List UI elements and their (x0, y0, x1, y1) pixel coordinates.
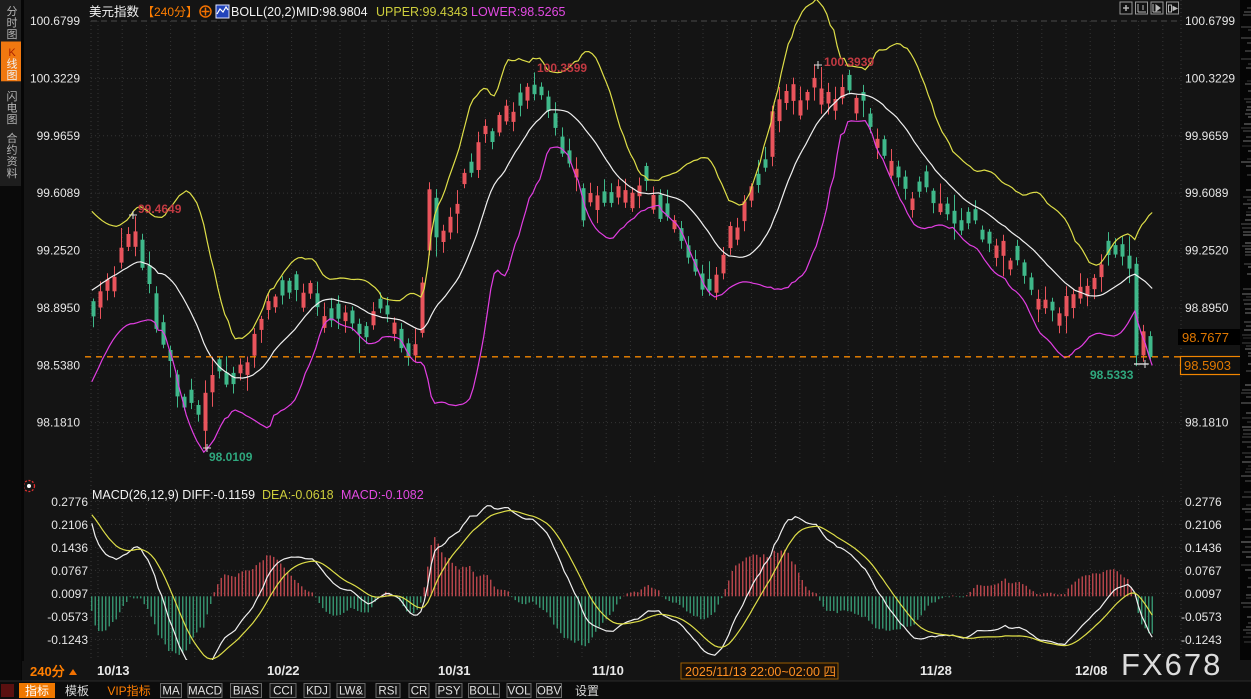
svg-text:BOLL: BOLL (469, 686, 499, 698)
svg-text:分: 分 (7, 5, 18, 18)
svg-text:OBV: OBV (537, 686, 562, 698)
svg-text:100.3599: 100.3599 (537, 61, 587, 75)
svg-text:99.6089: 99.6089 (37, 186, 81, 200)
svg-text:100.3229: 100.3229 (1185, 71, 1235, 85)
svg-text:100.6799: 100.6799 (1185, 14, 1235, 28)
svg-text:98.5333: 98.5333 (1090, 368, 1134, 382)
svg-text:0.2106: 0.2106 (1185, 518, 1222, 532)
svg-text:电: 电 (7, 102, 18, 115)
svg-text:98.0109: 98.0109 (209, 450, 253, 464)
svg-text:RSI: RSI (378, 686, 397, 698)
svg-text:0.2776: 0.2776 (1185, 495, 1222, 509)
svg-text:图: 图 (7, 113, 18, 126)
svg-text:K: K (8, 47, 16, 59)
svg-text:美元指数: 美元指数 (89, 4, 140, 19)
svg-text:0.2776: 0.2776 (51, 495, 88, 509)
svg-text:12/08: 12/08 (1075, 663, 1108, 678)
svg-text:FX678: FX678 (1121, 647, 1222, 682)
svg-text:CR: CR (411, 686, 428, 698)
svg-text:240分: 240分 (30, 664, 65, 679)
svg-text:时: 时 (7, 17, 18, 30)
svg-text:DEA:-0.0618: DEA:-0.0618 (262, 488, 334, 502)
svg-text:98.1810: 98.1810 (1185, 416, 1229, 430)
svg-text:10/31: 10/31 (438, 663, 471, 678)
svg-text:10/22: 10/22 (267, 663, 300, 678)
svg-text:指标: 指标 (25, 683, 49, 698)
svg-text:-0.0573: -0.0573 (1181, 610, 1222, 624)
svg-text:LW&: LW& (339, 686, 363, 698)
svg-text:0.2106: 0.2106 (51, 518, 88, 532)
svg-text:0.1436: 0.1436 (1185, 541, 1222, 555)
svg-text:99.9659: 99.9659 (1185, 129, 1229, 143)
svg-text:KDJ: KDJ (306, 686, 328, 698)
svg-text:VOL: VOL (507, 686, 531, 698)
svg-text:MACD: MACD (188, 686, 222, 698)
svg-text:合: 合 (7, 131, 18, 145)
svg-text:0.0767: 0.0767 (51, 564, 88, 578)
svg-text:99.9659: 99.9659 (37, 129, 81, 143)
svg-text:MA: MA (162, 686, 180, 698)
svg-text:0.1436: 0.1436 (51, 541, 88, 555)
svg-text:10/13: 10/13 (97, 663, 130, 678)
svg-text:98.8950: 98.8950 (1185, 301, 1229, 315)
svg-text:约: 约 (7, 144, 18, 157)
svg-text:100.3939: 100.3939 (824, 55, 874, 69)
svg-text:11/10: 11/10 (592, 663, 624, 678)
svg-text:资: 资 (7, 155, 18, 168)
svg-text:-0.0573: -0.0573 (47, 610, 88, 624)
svg-text:BOLL(20,2): BOLL(20,2) (231, 5, 296, 19)
svg-text:VIP指标: VIP指标 (107, 683, 150, 698)
svg-text:UPPER:99.4343: UPPER:99.4343 (376, 5, 468, 19)
svg-text:99.4649: 99.4649 (138, 202, 182, 216)
svg-text:100.6799: 100.6799 (30, 14, 80, 28)
svg-text:【240分】: 【240分】 (142, 5, 198, 19)
svg-text:11/28: 11/28 (920, 663, 952, 678)
svg-text:设置: 设置 (575, 684, 599, 698)
svg-text:MID:98.9804: MID:98.9804 (296, 5, 368, 19)
svg-text:99.2520: 99.2520 (37, 244, 81, 258)
svg-text:0.0097: 0.0097 (51, 587, 88, 601)
svg-text:99.6089: 99.6089 (1185, 186, 1229, 200)
svg-text:99.2520: 99.2520 (1185, 244, 1229, 258)
svg-text:图: 图 (7, 69, 18, 82)
svg-text:闪: 闪 (7, 89, 18, 103)
svg-text:98.7677: 98.7677 (1182, 330, 1229, 345)
svg-text:0.0097: 0.0097 (1185, 587, 1222, 601)
svg-text:98.8950: 98.8950 (37, 301, 81, 315)
svg-text:0.0767: 0.0767 (1185, 564, 1222, 578)
svg-text:MACD:-0.1082: MACD:-0.1082 (341, 488, 424, 502)
svg-text:98.5903: 98.5903 (1184, 358, 1231, 373)
svg-text:图: 图 (7, 28, 18, 41)
svg-text:线: 线 (7, 57, 18, 71)
svg-text:LOWER:98.5265: LOWER:98.5265 (471, 5, 566, 19)
svg-text:MACD(26,12,9) DIFF:-0.1159: MACD(26,12,9) DIFF:-0.1159 (92, 488, 255, 502)
svg-text:98.1810: 98.1810 (37, 416, 81, 430)
svg-text:料: 料 (7, 166, 18, 180)
svg-text:模板: 模板 (65, 684, 89, 698)
svg-text:PSY: PSY (437, 686, 460, 698)
svg-text:CCI: CCI (273, 686, 293, 698)
svg-text:100.3229: 100.3229 (30, 71, 80, 85)
svg-text:98.5380: 98.5380 (37, 358, 81, 372)
svg-text:2025/11/13 22:00~02:00 四: 2025/11/13 22:00~02:00 四 (685, 665, 836, 679)
svg-text:-0.1243: -0.1243 (1181, 633, 1222, 647)
svg-text:-0.1243: -0.1243 (47, 633, 88, 647)
svg-text:BIAS: BIAS (233, 686, 260, 698)
